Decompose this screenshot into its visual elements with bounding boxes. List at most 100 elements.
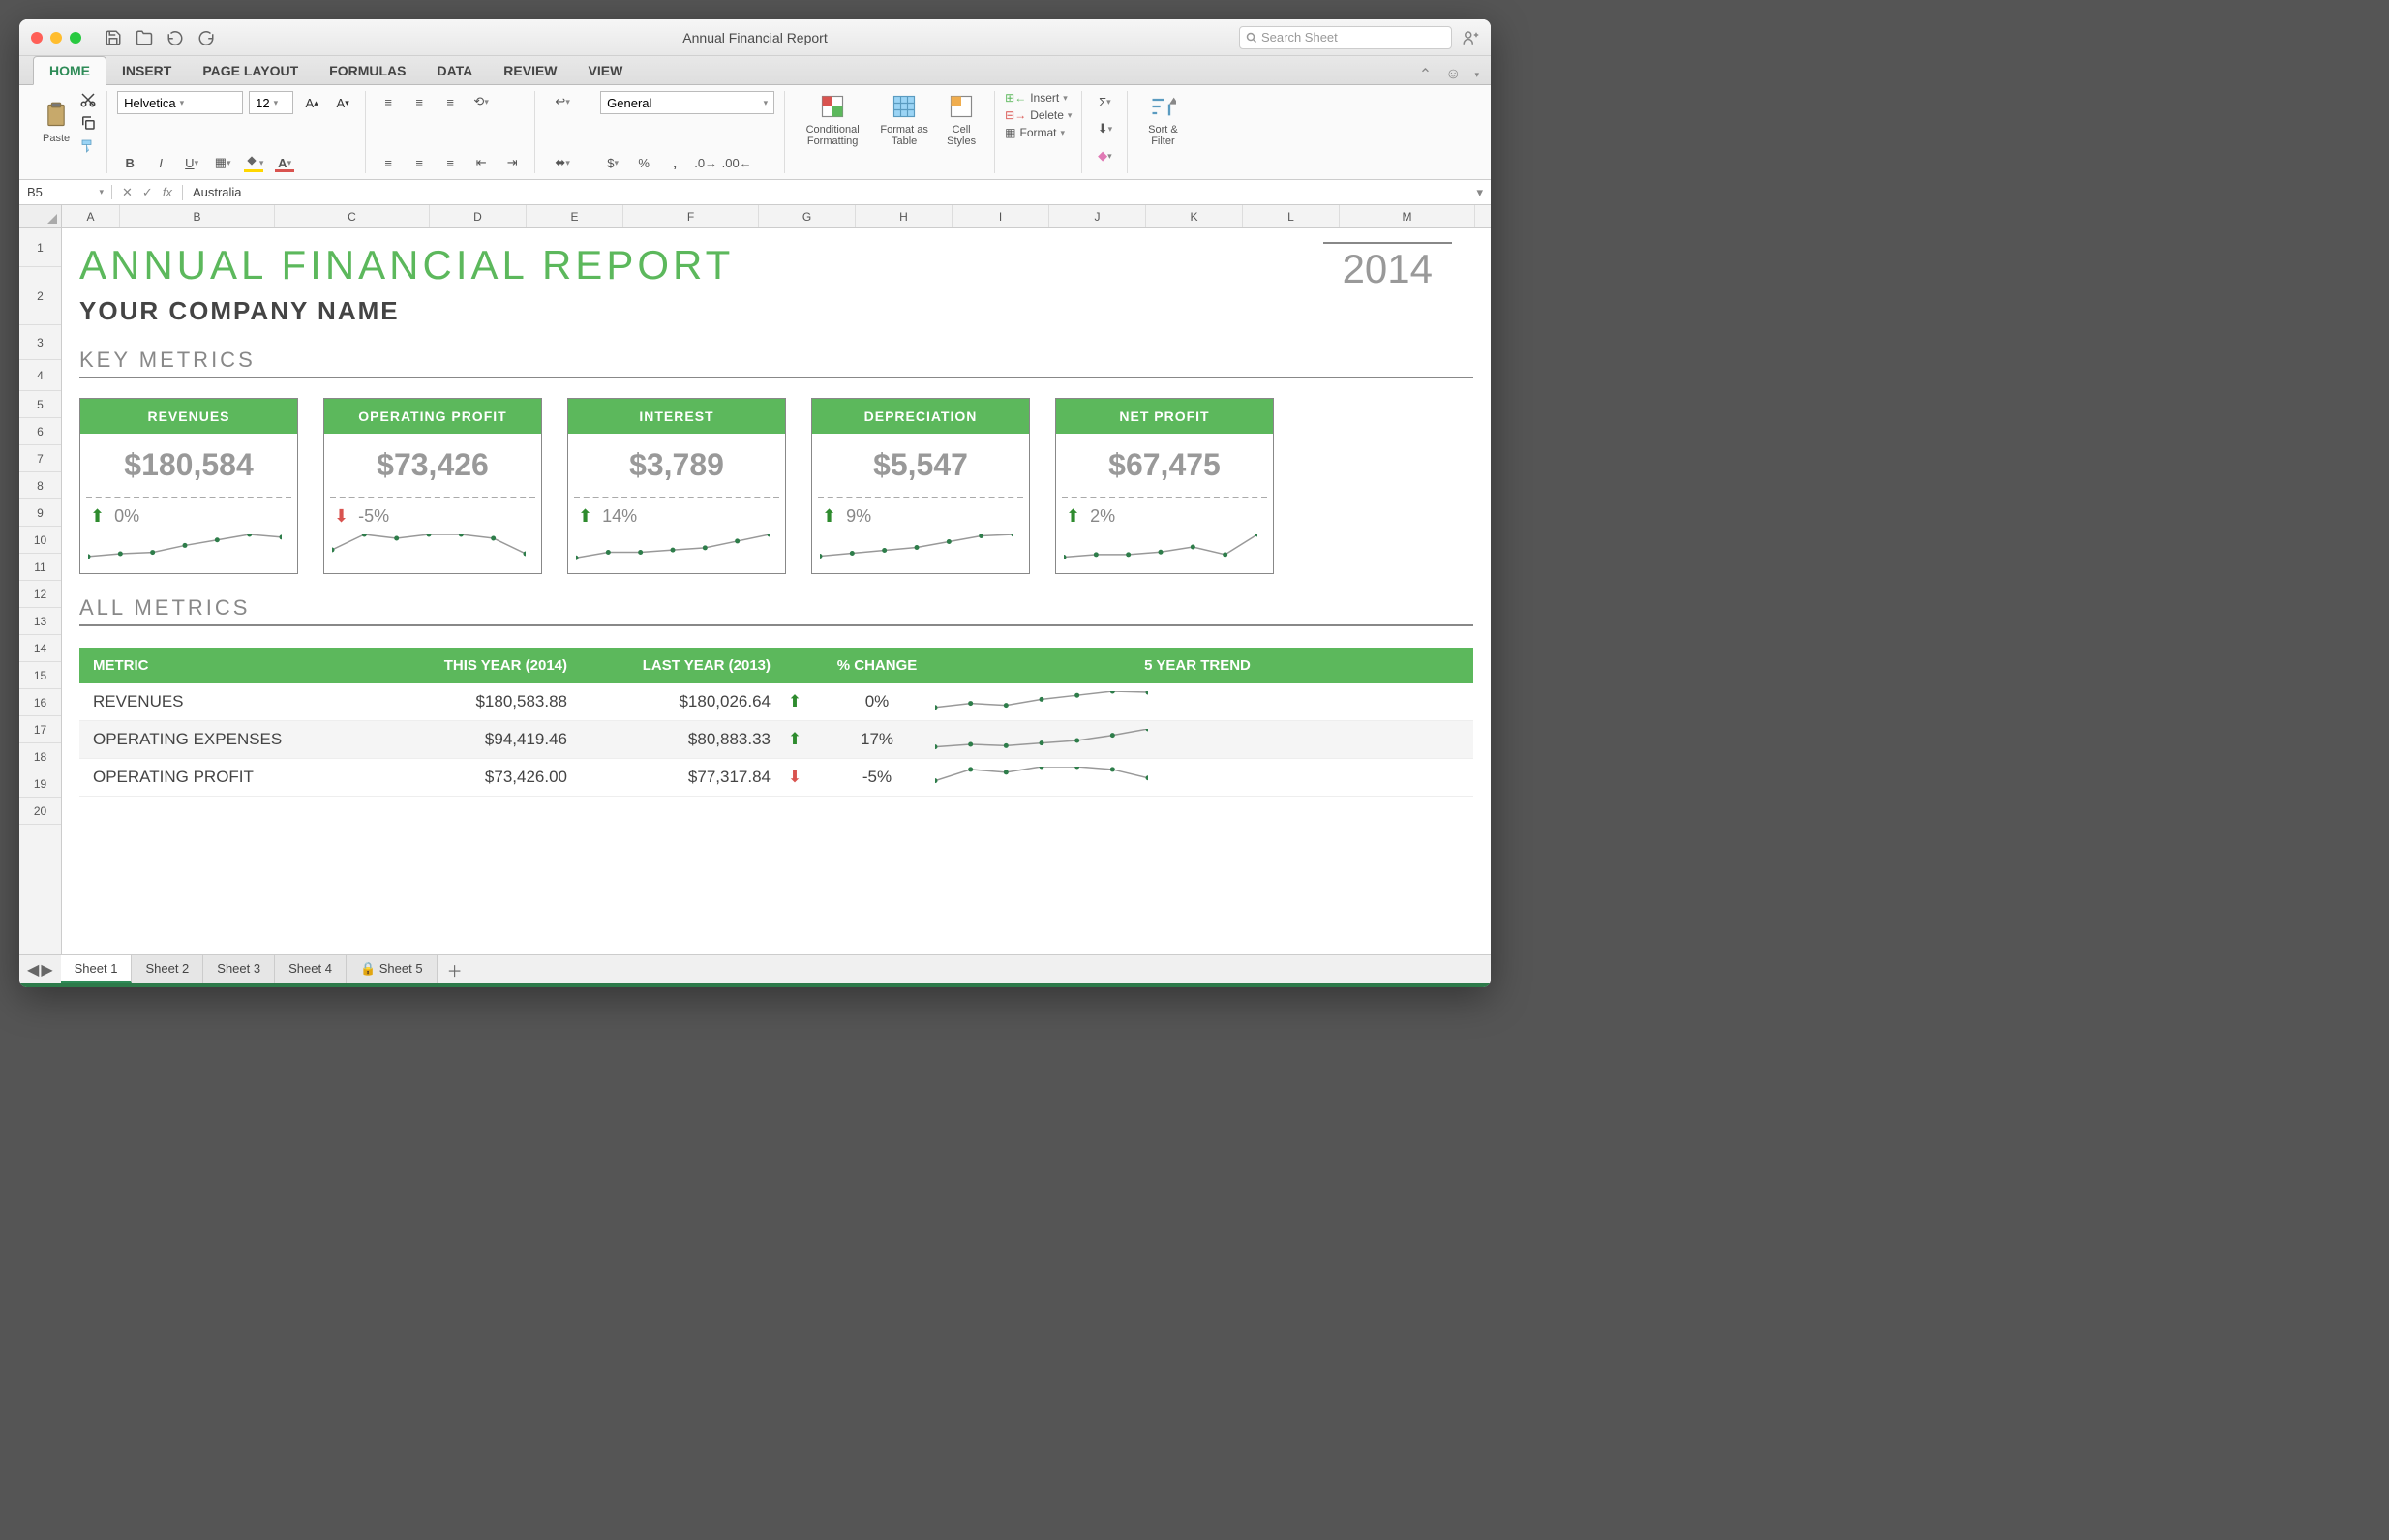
fx-icon[interactable]: fx bbox=[163, 185, 172, 199]
column-header[interactable]: J bbox=[1049, 205, 1146, 227]
search-input[interactable]: Search Sheet bbox=[1239, 26, 1452, 49]
row-header[interactable]: 16 bbox=[19, 689, 61, 716]
row-header[interactable]: 10 bbox=[19, 527, 61, 554]
decrease-font-icon[interactable]: A▾ bbox=[330, 92, 355, 113]
clear-icon[interactable]: ◆▾ bbox=[1092, 145, 1117, 166]
sheet-content[interactable]: ANNUAL FINANCIAL REPORT 2014 YOUR COMPAN… bbox=[62, 228, 1491, 954]
column-header[interactable]: G bbox=[759, 205, 856, 227]
tab-page-layout[interactable]: PAGE LAYOUT bbox=[187, 57, 314, 84]
close-button[interactable] bbox=[31, 32, 43, 44]
align-left-icon[interactable]: ≡ bbox=[376, 152, 401, 173]
row-header[interactable]: 19 bbox=[19, 770, 61, 798]
row-header[interactable]: 3 bbox=[19, 325, 61, 360]
save-icon[interactable] bbox=[105, 29, 122, 46]
column-header[interactable]: B bbox=[120, 205, 275, 227]
row-header[interactable]: 6 bbox=[19, 418, 61, 445]
autosum-icon[interactable]: Σ▾ bbox=[1092, 91, 1117, 112]
merge-cells-icon[interactable]: ⬌▾ bbox=[545, 152, 580, 173]
row-header[interactable]: 15 bbox=[19, 662, 61, 689]
sheet-tab[interactable]: Sheet 3 bbox=[203, 955, 275, 983]
feedback-icon[interactable]: ☺ bbox=[1445, 66, 1461, 83]
tab-insert[interactable]: INSERT bbox=[106, 57, 187, 84]
open-icon[interactable] bbox=[136, 29, 153, 46]
undo-icon[interactable] bbox=[166, 29, 184, 46]
column-header[interactable]: M bbox=[1340, 205, 1475, 227]
sheet-tab[interactable]: Sheet 4 bbox=[275, 955, 347, 983]
sheet-prev-icon[interactable]: ◀ bbox=[27, 960, 39, 980]
cut-icon[interactable] bbox=[79, 91, 97, 108]
font-size-select[interactable]: 12▾ bbox=[249, 91, 293, 114]
paste-button[interactable]: Paste bbox=[39, 100, 74, 146]
sheet-next-icon[interactable]: ▶ bbox=[41, 960, 52, 980]
align-top-icon[interactable]: ≡ bbox=[376, 91, 401, 112]
conditional-formatting-button[interactable]: Conditional Formatting bbox=[795, 91, 870, 149]
column-header[interactable]: A bbox=[62, 205, 120, 227]
bold-button[interactable]: B bbox=[117, 152, 142, 173]
row-header[interactable]: 5 bbox=[19, 391, 61, 418]
row-header[interactable]: 20 bbox=[19, 798, 61, 825]
row-header[interactable]: 4 bbox=[19, 360, 61, 391]
redo-icon[interactable] bbox=[197, 29, 215, 46]
row-header[interactable]: 8 bbox=[19, 472, 61, 499]
decrease-decimal-icon[interactable]: .00← bbox=[724, 152, 749, 173]
row-header[interactable]: 14 bbox=[19, 635, 61, 662]
sheet-tab[interactable]: Sheet 1 bbox=[61, 955, 133, 983]
sheet-tab[interactable]: 🔒 Sheet 5 bbox=[347, 955, 438, 983]
column-header[interactable]: H bbox=[856, 205, 953, 227]
insert-cells-button[interactable]: ⊞←Insert▾ bbox=[1005, 91, 1072, 105]
expand-formula-bar-icon[interactable]: ▾ bbox=[1468, 185, 1491, 200]
italic-button[interactable]: I bbox=[148, 152, 173, 173]
fill-color-button[interactable]: ▾ bbox=[241, 152, 266, 173]
row-header[interactable]: 12 bbox=[19, 581, 61, 608]
maximize-button[interactable] bbox=[70, 32, 81, 44]
collapse-ribbon-icon[interactable]: ⌃ bbox=[1419, 65, 1432, 84]
increase-indent-icon[interactable]: ⇥ bbox=[499, 152, 525, 173]
select-all-corner[interactable] bbox=[19, 205, 62, 227]
row-header[interactable]: 17 bbox=[19, 716, 61, 743]
enter-formula-icon[interactable]: ✓ bbox=[142, 185, 153, 200]
row-header[interactable]: 7 bbox=[19, 445, 61, 472]
row-header[interactable]: 1 bbox=[19, 228, 61, 267]
align-middle-icon[interactable]: ≡ bbox=[407, 91, 432, 112]
comma-icon[interactable]: , bbox=[662, 152, 687, 173]
row-header[interactable]: 18 bbox=[19, 743, 61, 770]
column-header[interactable]: I bbox=[953, 205, 1049, 227]
border-button[interactable]: ▦▾ bbox=[210, 152, 235, 173]
minimize-button[interactable] bbox=[50, 32, 62, 44]
underline-button[interactable]: U▾ bbox=[179, 152, 204, 173]
cancel-formula-icon[interactable]: ✕ bbox=[122, 185, 133, 200]
column-header[interactable]: K bbox=[1146, 205, 1243, 227]
tab-formulas[interactable]: FORMULAS bbox=[314, 57, 421, 84]
column-header[interactable]: F bbox=[623, 205, 759, 227]
column-header[interactable]: D bbox=[430, 205, 527, 227]
column-header[interactable]: L bbox=[1243, 205, 1340, 227]
increase-font-icon[interactable]: A▴ bbox=[299, 92, 324, 113]
delete-cells-button[interactable]: ⊟→Delete▾ bbox=[1005, 108, 1072, 122]
tab-home[interactable]: HOME bbox=[33, 56, 106, 85]
tab-data[interactable]: DATA bbox=[421, 57, 488, 84]
orientation-icon[interactable]: ⟲▾ bbox=[469, 91, 494, 112]
add-sheet-button[interactable]: ＋ bbox=[438, 954, 472, 985]
align-center-icon[interactable]: ≡ bbox=[407, 152, 432, 173]
font-color-button[interactable]: A▾ bbox=[272, 152, 297, 173]
row-header[interactable]: 2 bbox=[19, 267, 61, 325]
sheet-tab[interactable]: Sheet 2 bbox=[132, 955, 203, 983]
percent-icon[interactable]: % bbox=[631, 152, 656, 173]
column-header[interactable]: C bbox=[275, 205, 430, 227]
sort-filter-button[interactable]: Sort & Filter bbox=[1137, 91, 1188, 149]
copy-icon[interactable] bbox=[79, 114, 97, 132]
column-header[interactable]: E bbox=[527, 205, 623, 227]
formula-input[interactable]: Australia bbox=[183, 185, 1469, 199]
name-box[interactable]: B5▾ bbox=[19, 185, 112, 199]
tab-view[interactable]: VIEW bbox=[573, 57, 639, 84]
format-cells-button[interactable]: ▦Format▾ bbox=[1005, 126, 1072, 139]
tab-review[interactable]: REVIEW bbox=[488, 57, 572, 84]
row-header[interactable]: 13 bbox=[19, 608, 61, 635]
cell-styles-button[interactable]: Cell Styles bbox=[938, 91, 984, 149]
row-header[interactable]: 9 bbox=[19, 499, 61, 527]
increase-decimal-icon[interactable]: .0→ bbox=[693, 152, 718, 173]
font-name-select[interactable]: Helvetica▾ bbox=[117, 91, 243, 114]
format-painter-icon[interactable] bbox=[79, 137, 97, 155]
align-right-icon[interactable]: ≡ bbox=[438, 152, 463, 173]
format-as-table-button[interactable]: Format as Table bbox=[876, 91, 932, 149]
